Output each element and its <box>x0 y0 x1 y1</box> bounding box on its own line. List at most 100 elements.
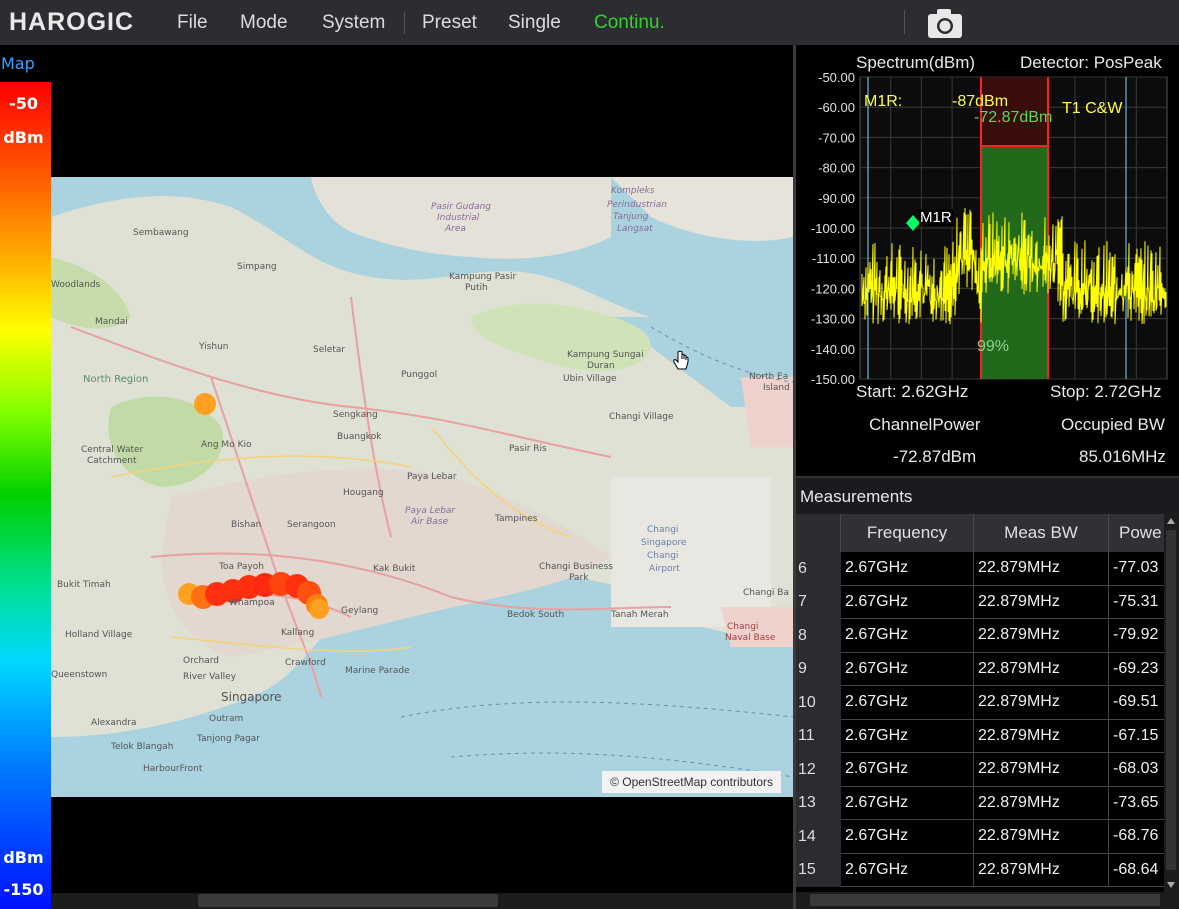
stop-frequency[interactable]: Stop: 2.72GHz <box>1050 382 1162 402</box>
svg-text:Changi: Changi <box>647 525 678 535</box>
svg-text:Geylang: Geylang <box>341 606 378 616</box>
menu-preset[interactable]: Preset <box>422 12 477 34</box>
table-row[interactable]: 7 2.67GHz 22.879MHz -75.31 <box>796 585 1166 619</box>
menu-mode[interactable]: Mode <box>240 12 288 34</box>
svg-text:North Ea: North Ea <box>749 372 788 382</box>
column-header-meas-bw[interactable]: Meas BW <box>974 514 1109 552</box>
detector-label[interactable]: Detector: PosPeak <box>1020 53 1162 73</box>
start-frequency[interactable]: Start: 2.62GHz <box>856 382 968 402</box>
svg-text:Serangoon: Serangoon <box>287 520 336 530</box>
cell-frequency: 2.67GHz <box>841 719 974 753</box>
menu-single[interactable]: Single <box>508 12 561 34</box>
menu-file[interactable]: File <box>177 12 208 34</box>
table-row[interactable]: 11 2.67GHz 22.879MHz -67.15 <box>796 719 1166 753</box>
camera-icon[interactable] <box>926 6 964 40</box>
table-row[interactable]: 13 2.67GHz 22.879MHz -73.65 <box>796 786 1166 820</box>
menu-continuous[interactable]: Continu. <box>594 12 665 34</box>
svg-text:Seletar: Seletar <box>313 345 345 355</box>
svg-text:Yishun: Yishun <box>198 342 228 352</box>
cell-meas-bw: 22.879MHz <box>974 619 1109 653</box>
table-row[interactable]: 8 2.67GHz 22.879MHz -79.92 <box>796 619 1166 653</box>
svg-text:Holland Village: Holland Village <box>65 630 133 640</box>
column-header-power[interactable]: Powe <box>1109 514 1166 552</box>
svg-text:Park: Park <box>569 573 589 583</box>
svg-text:Buangkok: Buangkok <box>337 432 382 442</box>
svg-text:River Valley: River Valley <box>183 672 237 682</box>
colorbar-bottom-unit: dBm <box>3 848 44 867</box>
svg-text:HarbourFront: HarbourFront <box>143 764 203 774</box>
cell-frequency: 2.67GHz <box>841 786 974 820</box>
svg-text:Changi: Changi <box>727 622 758 632</box>
index-column-header <box>796 514 841 552</box>
svg-text:Woodlands: Woodlands <box>51 280 101 290</box>
menu-separator <box>404 12 405 34</box>
svg-text:Telok Blangah: Telok Blangah <box>110 742 173 752</box>
table-row[interactable]: 9 2.67GHz 22.879MHz -69.23 <box>796 652 1166 686</box>
y-tick-label: -50.00 <box>818 70 855 85</box>
svg-text:Changi: Changi <box>647 551 678 561</box>
column-header-frequency[interactable]: Frequency <box>841 514 974 552</box>
cell-meas-bw: 22.879MHz <box>974 786 1109 820</box>
row-index: 13 <box>796 786 841 820</box>
svg-text:Island: Island <box>763 383 790 393</box>
svg-text:Simpang: Simpang <box>237 262 277 272</box>
trace-label: T1 C&W <box>1062 100 1123 117</box>
cell-power: -75.31 <box>1109 585 1166 619</box>
table-row[interactable]: 12 2.67GHz 22.879MHz -68.03 <box>796 753 1166 787</box>
svg-text:Tanah Merah: Tanah Merah <box>610 610 669 620</box>
svg-text:Naval Base: Naval Base <box>725 633 776 643</box>
channel-power-label: ChannelPower <box>869 415 981 434</box>
map-scrollbar-thumb[interactable] <box>198 894 498 907</box>
svg-text:Area: Area <box>444 224 466 234</box>
svg-text:Mandai: Mandai <box>95 317 128 327</box>
cell-meas-bw: 22.879MHz <box>974 753 1109 787</box>
cell-frequency: 2.67GHz <box>841 552 974 586</box>
row-index: 10 <box>796 686 841 720</box>
scroll-down-arrow-icon[interactable] <box>1167 882 1175 888</box>
menu-system[interactable]: System <box>322 12 385 34</box>
cell-meas-bw: 22.879MHz <box>974 820 1109 854</box>
power-colorbar <box>0 82 51 909</box>
occupied-bw-label: Occupied BW <box>1061 415 1165 434</box>
svg-text:Industrial: Industrial <box>437 213 480 223</box>
svg-text:Kallang: Kallang <box>281 628 314 638</box>
svg-text:Pasir Gudang: Pasir Gudang <box>431 202 491 212</box>
svg-text:Marine Parade: Marine Parade <box>345 666 410 676</box>
svg-text:Bukit Timah: Bukit Timah <box>57 580 111 590</box>
svg-text:Punggol: Punggol <box>401 370 437 380</box>
row-index: 14 <box>796 820 841 854</box>
svg-text:Kampung Sungai: Kampung Sungai <box>567 350 644 360</box>
cell-power: -69.51 <box>1109 686 1166 720</box>
table-row[interactable]: 10 2.67GHz 22.879MHz -69.51 <box>796 686 1166 720</box>
svg-text:Hougang: Hougang <box>343 488 384 498</box>
y-tick-label: -60.00 <box>818 100 855 115</box>
map-view[interactable]: Sembawang Simpang Woodlands Mandai Yishu… <box>51 177 793 797</box>
measurements-table: Frequency Meas BW Powe 6 2.67GHz 22.879MHz… <box>796 514 1166 887</box>
svg-text:Singapore: Singapore <box>221 690 282 704</box>
cell-power: -68.76 <box>1109 820 1166 854</box>
y-tick-label: -130.00 <box>811 312 855 327</box>
y-tick-label: -120.00 <box>811 281 855 296</box>
table-hscroll-thumb[interactable] <box>810 894 1160 906</box>
svg-text:Putih: Putih <box>465 283 488 293</box>
cell-frequency: 2.67GHz <box>841 585 974 619</box>
cell-power: -68.03 <box>1109 753 1166 787</box>
table-row[interactable]: 6 2.67GHz 22.879MHz -77.03 <box>796 552 1166 586</box>
svg-text:Air Base: Air Base <box>410 517 449 527</box>
map-attribution[interactable]: © OpenStreetMap contributors <box>602 771 781 793</box>
svg-text:Orchard: Orchard <box>183 656 219 666</box>
channel-power-readout: -72.87dBm <box>974 109 1053 126</box>
row-index: 15 <box>796 853 841 887</box>
occupied-bw-value: 85.016MHz <box>1079 447 1166 466</box>
table-row[interactable]: 15 2.67GHz 22.879MHz -68.64 <box>796 853 1166 887</box>
marker-readout-label: M1R: <box>864 93 903 110</box>
scroll-up-arrow-icon[interactable] <box>1167 518 1175 524</box>
colorbar-top-unit: dBm <box>3 128 44 147</box>
svg-text:Duran: Duran <box>587 361 615 371</box>
cell-power: -67.15 <box>1109 719 1166 753</box>
svg-text:Sengkang: Sengkang <box>333 410 378 420</box>
svg-text:Crawford: Crawford <box>285 658 326 668</box>
table-row[interactable]: 14 2.67GHz 22.879MHz -68.76 <box>796 820 1166 854</box>
svg-text:Kak Bukit: Kak Bukit <box>373 564 416 574</box>
table-scrollbar-thumb[interactable] <box>1166 530 1176 870</box>
